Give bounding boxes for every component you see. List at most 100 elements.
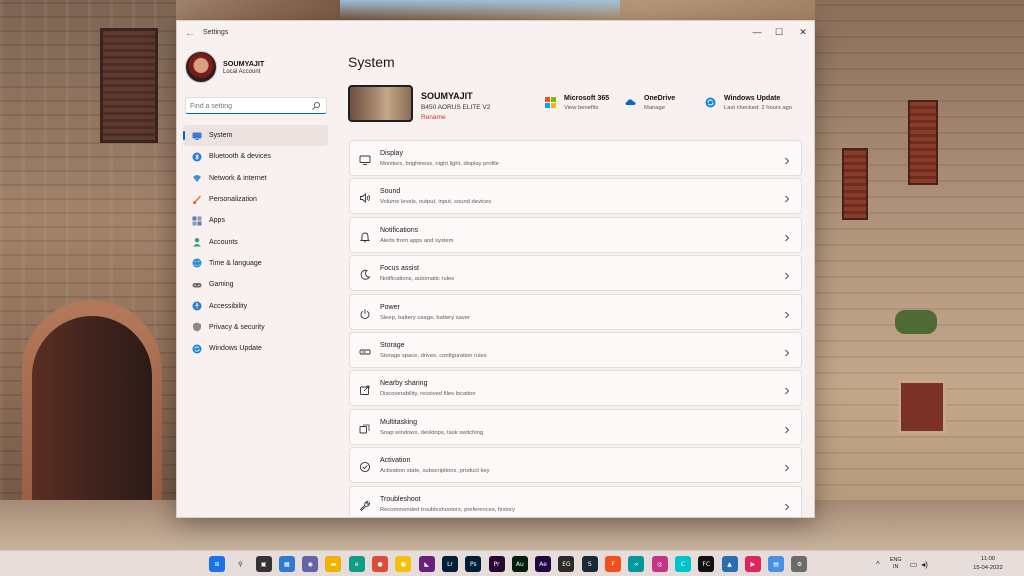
chevron-right-icon — [783, 383, 791, 395]
sidebar-item-label: Bluetooth & devices — [209, 153, 271, 161]
visual-studio-icon[interactable]: ◣ — [418, 556, 435, 572]
lightroom-icon[interactable]: Lr — [441, 556, 458, 572]
instagram-icon[interactable]: ◎ — [651, 556, 668, 572]
figma-icon[interactable]: F — [605, 556, 622, 572]
sidebar-item-personalization[interactable]: Personalization — [183, 189, 328, 210]
brush-icon — [192, 194, 202, 205]
settings-icon[interactable]: ⚙ — [791, 556, 808, 572]
chevron-right-icon — [783, 268, 791, 280]
sidebar-item-network-internet[interactable]: Network & internet — [183, 168, 328, 189]
settings-card-multitasking[interactable]: Multitasking Snap windows, desktops, task… — [349, 408, 802, 445]
promo-title: Windows Update — [724, 95, 781, 102]
after-effects-icon[interactable]: Ae — [535, 556, 552, 572]
sidebar-item-accounts[interactable]: Accounts — [183, 231, 328, 252]
notepad-icon[interactable]: ▤ — [768, 556, 785, 572]
rename-link[interactable]: Rename — [421, 114, 446, 121]
teams-chat-icon[interactable]: ◉ — [302, 556, 319, 572]
card-title: Notifications — [380, 226, 419, 234]
sidebar-item-label: Network & internet — [209, 174, 267, 182]
premiere-icon[interactable]: Pr — [488, 556, 505, 572]
card-subtitle: Notifications, automatic rules — [380, 276, 455, 283]
settings-card-troubleshoot[interactable]: Troubleshoot Recommended troubleshooters,… — [349, 485, 802, 517]
network-icon[interactable]: ▭ — [910, 560, 918, 569]
language-code: ENG — [889, 557, 902, 563]
sidebar-item-system[interactable]: System — [183, 125, 328, 147]
norton-icon[interactable]: ● — [395, 556, 412, 572]
settings-card-focus-assist[interactable]: Focus assist Notifications, automatic rul… — [349, 255, 802, 292]
chevron-right-icon — [783, 345, 791, 357]
fc24-icon[interactable]: FC — [698, 556, 715, 572]
windows-update-icon — [705, 97, 716, 108]
sidebar-item-label: Apps — [209, 217, 225, 225]
search-box[interactable] — [185, 97, 327, 114]
clock[interactable]: 11:00 15-04-2022 — [968, 555, 1008, 573]
audition-icon[interactable]: Au — [511, 556, 528, 572]
settings-card-power[interactable]: Power Sleep, battery usage, battery saver — [349, 293, 802, 330]
system-tray: ^ ENG IN ▭ ◂) — [876, 557, 932, 571]
card-subtitle: Discoverability, received files location — [380, 391, 476, 398]
settings-card-nearby-sharing[interactable]: Nearby sharing Discoverability, received … — [349, 370, 802, 407]
sidebar-item-windows-update[interactable]: Windows Update — [183, 338, 328, 359]
taskbar-apps: ⊞ ⚲ ▣ ▦ ◉ ▬ e ● ● ◣ Lr Ps Pr Au Ae EG S F ∞ ◎ C FC ▲ ▶ ▤ ⚙ — [209, 556, 815, 572]
gaming-icon — [192, 280, 202, 290]
windows-update-icon — [192, 344, 202, 354]
canva-icon[interactable]: C — [674, 556, 691, 572]
steam-icon[interactable]: S — [581, 556, 598, 572]
photoshop-icon[interactable]: Ps — [465, 556, 482, 572]
sidebar-item-apps[interactable]: Apps — [183, 210, 328, 231]
close-button[interactable]: ✕ — [791, 24, 814, 40]
moon-icon — [359, 268, 371, 280]
region-code: IN — [892, 564, 899, 570]
minimize-button[interactable]: — — [745, 24, 769, 40]
search-icon[interactable]: ⚲ — [232, 556, 249, 572]
search-input[interactable] — [190, 100, 308, 112]
volume-icon[interactable]: ◂) — [921, 560, 928, 569]
promo-microsoft-365[interactable]: Microsoft 365 View benefits — [545, 95, 609, 111]
settings-card-notifications[interactable]: Notifications Alerts from apps and system — [349, 216, 802, 253]
card-title: Focus assist — [380, 265, 419, 273]
device-model: B450 AORUS ELITE V2 — [421, 104, 491, 111]
task-view-icon[interactable]: ▣ — [255, 556, 272, 572]
sidebar-item-bluetooth-devices[interactable]: Bluetooth & devices — [183, 146, 328, 167]
promo-subtitle: Manage — [644, 105, 665, 111]
sidebar-item-accessibility[interactable]: Accessibility — [183, 295, 328, 316]
card-title: Power — [380, 303, 400, 311]
device-name: SOUMYAJIT — [421, 91, 473, 101]
sidebar-item-label: Accessibility — [209, 302, 248, 310]
search-icon[interactable] — [311, 101, 321, 111]
chevron-right-icon — [783, 230, 791, 242]
photos-icon[interactable]: ▲ — [721, 556, 738, 572]
title-bar[interactable]: ← Settings — ☐ ✕ — [177, 21, 814, 45]
media-player-icon[interactable]: ▶ — [744, 556, 761, 572]
show-hidden-icons-button[interactable]: ^ — [876, 560, 880, 569]
arduino-icon[interactable]: ∞ — [628, 556, 645, 572]
sidebar-item-time-language[interactable]: Time & language — [183, 253, 328, 274]
chrome-icon[interactable]: ● — [372, 556, 389, 572]
widgets-icon[interactable]: ▦ — [278, 556, 295, 572]
chevron-right-icon — [783, 422, 791, 434]
chevron-right-icon — [783, 153, 791, 165]
back-arrow-icon[interactable]: ← — [184, 27, 196, 39]
language-indicator[interactable]: ENG IN — [890, 557, 902, 571]
settings-card-storage[interactable]: Storage Storage space, drives, configurat… — [349, 331, 802, 368]
wrench-icon — [359, 499, 371, 511]
sidebar-item-privacy-security[interactable]: Privacy & security — [183, 317, 328, 338]
start-icon[interactable]: ⊞ — [209, 556, 225, 572]
avatar[interactable] — [185, 51, 217, 83]
edge-icon[interactable]: e — [348, 556, 365, 572]
promo-onedrive[interactable]: OneDrive Manage — [625, 95, 675, 111]
settings-card-activation[interactable]: Activation Activation state, subscription… — [349, 447, 802, 484]
settings-card-sound[interactable]: Sound Volume levels, output, input, sound… — [349, 178, 802, 215]
promo-subtitle: View benefits — [564, 105, 599, 111]
chevron-right-icon — [783, 460, 791, 472]
file-explorer-icon[interactable]: ▬ — [325, 556, 342, 572]
promo-windows-update[interactable]: Windows Update Last checked: 2 hours ago — [705, 95, 792, 111]
sidebar-item-gaming[interactable]: Gaming — [183, 274, 328, 295]
maximize-button[interactable]: ☐ — [767, 24, 791, 40]
wallpaper-shutter — [908, 100, 938, 185]
promo-subtitle: Last checked: 2 hours ago — [724, 105, 792, 111]
card-subtitle: Monitors, brightness, night light, displ… — [380, 161, 499, 167]
epic-games-icon[interactable]: EG — [558, 556, 575, 572]
shield-icon — [192, 322, 202, 332]
settings-card-display[interactable]: Display Monitors, brightness, night light… — [349, 140, 802, 176]
